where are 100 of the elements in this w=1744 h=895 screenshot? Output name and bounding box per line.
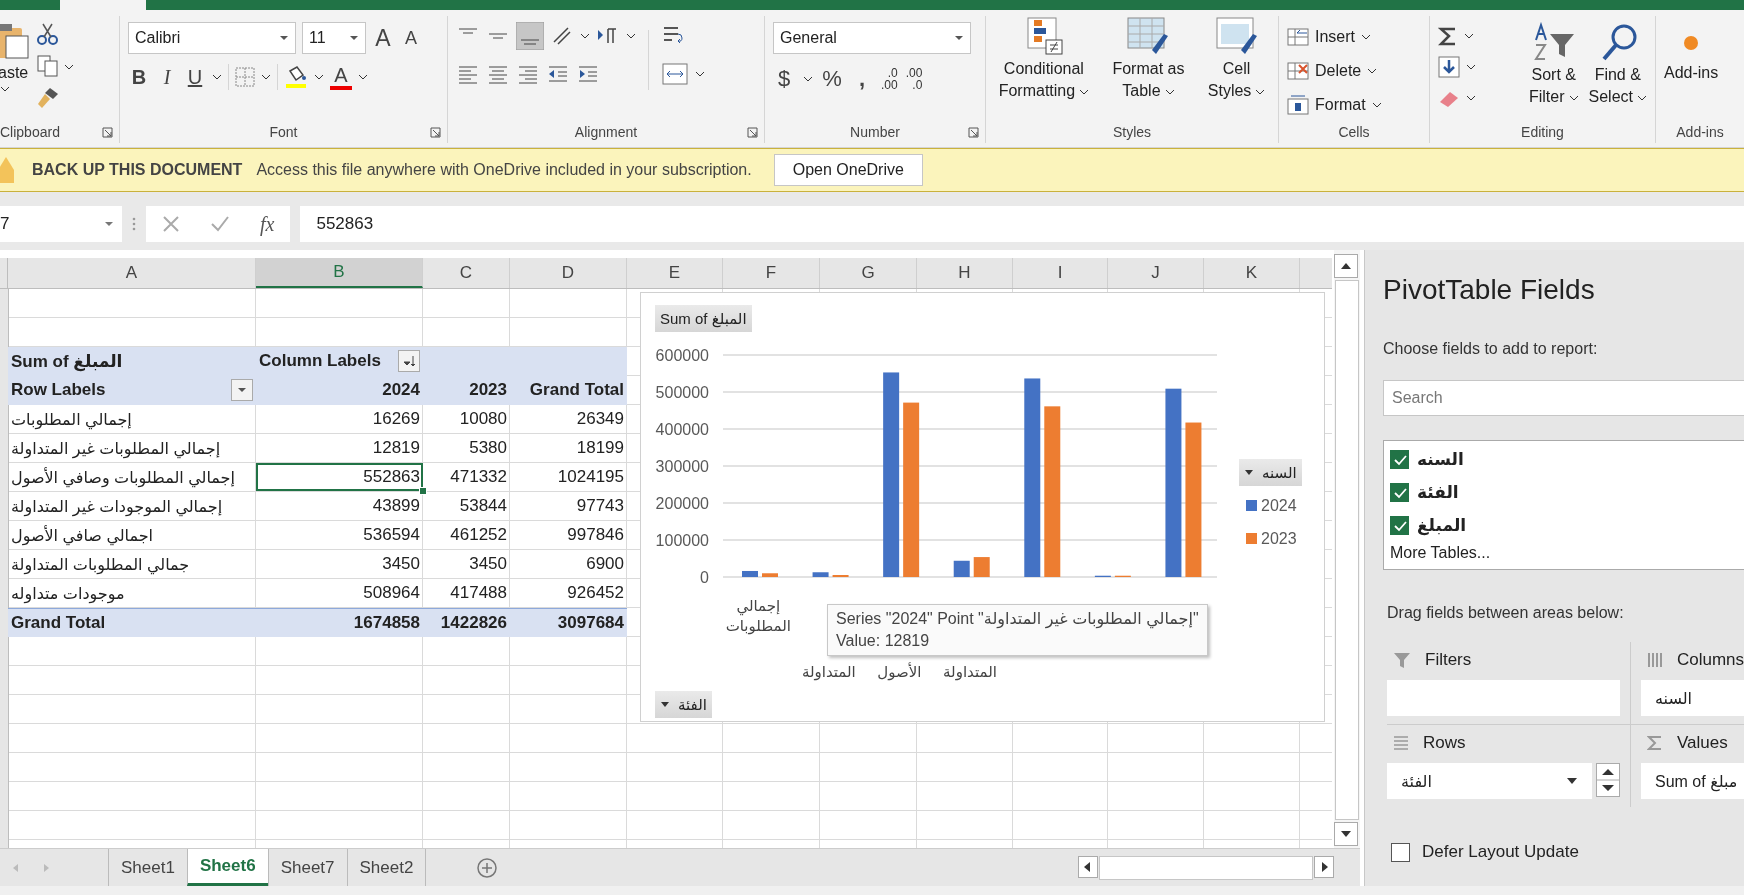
- move-field-icon[interactable]: [1596, 763, 1620, 797]
- increase-decimal-button[interactable]: .0 .00: [881, 67, 898, 91]
- bar[interactable]: [1024, 378, 1041, 577]
- styles-button[interactable]: Conditional Formatting: [998, 16, 1090, 102]
- table-cell-text: 5380: [468, 437, 508, 459]
- search-field[interactable]: Search: [1383, 380, 1744, 416]
- styles-button[interactable]: Cell Styles: [1207, 16, 1266, 102]
- axis-field-button[interactable]: الفئة: [655, 691, 712, 718]
- sort-filter-icon: [1531, 22, 1576, 62]
- editing-button[interactable]: Sort & Filter: [1528, 22, 1579, 108]
- column-header[interactable]: I: [1013, 258, 1108, 288]
- fill-down-icon[interactable]: [1438, 56, 1460, 78]
- column-header[interactable]: D: [510, 258, 627, 288]
- caret-icon[interactable]: [64, 64, 74, 70]
- launcher-icon[interactable]: [430, 126, 441, 138]
- launcher-icon[interactable]: [747, 126, 758, 138]
- sheet-tab[interactable]: Sheet6: [186, 849, 268, 886]
- scrollbar-thumb[interactable]: [1335, 280, 1359, 820]
- caret-icon[interactable]: [1464, 33, 1474, 39]
- cells-button[interactable]: Format: [1287, 90, 1382, 120]
- percent-button[interactable]: %: [821, 66, 843, 92]
- column-header[interactable]: J: [1108, 258, 1204, 288]
- checkbox[interactable]: [1390, 516, 1409, 535]
- editing-button[interactable]: Find & Select: [1588, 22, 1647, 108]
- more-tables-link[interactable]: More Tables...: [1390, 544, 1744, 562]
- fill-color-icon[interactable]: [284, 65, 308, 89]
- comma-button[interactable]: ,: [851, 66, 873, 92]
- caret-icon[interactable]: [261, 74, 271, 80]
- decrease-decimal-button[interactable]: .00 .0: [905, 67, 923, 91]
- column-header[interactable]: F: [723, 258, 820, 288]
- field-label[interactable]: الفئة: [1417, 482, 1459, 503]
- add-sheet-icon[interactable]: [476, 856, 499, 879]
- legend-field-button[interactable]: السنه: [1239, 459, 1302, 486]
- scrollbar-thumb[interactable]: [1099, 855, 1313, 880]
- insert-cells-icon: [1287, 27, 1309, 47]
- number-format-field[interactable]: General: [773, 22, 971, 54]
- column-header[interactable]: B: [256, 258, 423, 288]
- bar[interactable]: [812, 572, 829, 577]
- caret-icon[interactable]: [212, 74, 222, 80]
- bar[interactable]: [953, 560, 970, 577]
- styles-button[interactable]: Format as Table: [1112, 16, 1185, 102]
- open-onedrive-button[interactable]: Open OneDrive: [773, 154, 923, 186]
- caret-icon[interactable]: [358, 74, 368, 80]
- font-size-field[interactable]: 11: [302, 22, 366, 54]
- cells-button[interactable]: Insert: [1287, 22, 1371, 52]
- grand-total-label: Grand Total: [11, 613, 106, 633]
- horizontal-scrollbar[interactable]: [1078, 855, 1334, 880]
- checkbox[interactable]: [1390, 450, 1409, 469]
- group-label: Cells: [1338, 124, 1370, 140]
- column-header[interactable]: E: [627, 258, 723, 288]
- scroll-right-icon[interactable]: [1314, 855, 1334, 878]
- scroll-up-icon[interactable]: [1334, 254, 1358, 278]
- column-header[interactable]: C: [423, 258, 510, 288]
- scissors-icon[interactable]: [36, 22, 60, 46]
- font-name-field[interactable]: Calibri: [128, 22, 296, 54]
- bold-button[interactable]: B: [128, 65, 150, 89]
- font-color-button[interactable]: A: [330, 64, 352, 90]
- add-ins-button[interactable]: Add-ins: [1664, 22, 1719, 84]
- filter-dropdown-button[interactable]: [231, 379, 253, 401]
- shrink-font-button[interactable]: A: [400, 27, 422, 49]
- field-label[interactable]: المبلغ: [1417, 515, 1467, 536]
- sort-filter-button[interactable]: [398, 350, 420, 372]
- column-header[interactable]: K: [1204, 258, 1300, 288]
- caret-icon[interactable]: [695, 71, 705, 77]
- sum-icon[interactable]: [1438, 26, 1458, 46]
- checkbox[interactable]: [1391, 842, 1410, 862]
- bar[interactable]: [1165, 388, 1182, 577]
- launcher-icon[interactable]: [968, 126, 979, 138]
- cells-button[interactable]: Delete: [1287, 56, 1378, 86]
- field-label[interactable]: السنه: [1417, 449, 1464, 470]
- underline-button[interactable]: U: [184, 65, 206, 89]
- insert-function-button[interactable]: fx: [260, 212, 275, 236]
- brush-icon[interactable]: [36, 86, 60, 110]
- name-box[interactable]: 7: [0, 206, 122, 242]
- caret-icon[interactable]: [1466, 95, 1476, 101]
- checkbox-label[interactable]: Defer Layout Update: [1422, 842, 1579, 862]
- bar[interactable]: [883, 372, 900, 577]
- delete-cells-icon: [1287, 61, 1309, 81]
- area-field-item[interactable]: Sum of مبلغ: [1641, 763, 1744, 799]
- area-field-item[interactable]: السنه: [1641, 680, 1744, 716]
- value-field-button[interactable]: Sum of المبلغ: [655, 305, 752, 332]
- grow-font-button[interactable]: A: [372, 24, 394, 52]
- vertical-scrollbar[interactable]: [1334, 250, 1360, 848]
- caret-icon[interactable]: [1466, 64, 1476, 70]
- formula-field[interactable]: 552863: [300, 206, 1744, 242]
- italic-button[interactable]: I: [156, 65, 178, 89]
- checkbox[interactable]: [1390, 483, 1409, 502]
- caret-icon[interactable]: [580, 33, 590, 39]
- caret-icon[interactable]: [314, 74, 324, 80]
- column-header[interactable]: H: [917, 258, 1013, 288]
- currency-button[interactable]: $: [773, 66, 795, 92]
- merge-center-icon[interactable]: [661, 62, 689, 86]
- area-label: Values: [1677, 733, 1728, 753]
- caret-icon[interactable]: [626, 33, 636, 39]
- scroll-left-icon[interactable]: [1078, 855, 1098, 878]
- caret-icon[interactable]: [803, 76, 813, 82]
- launcher-icon[interactable]: [102, 126, 113, 138]
- column-header[interactable]: G: [820, 258, 917, 288]
- area-field-item[interactable]: الفئة: [1387, 763, 1592, 799]
- scroll-down-icon[interactable]: [1334, 822, 1358, 846]
